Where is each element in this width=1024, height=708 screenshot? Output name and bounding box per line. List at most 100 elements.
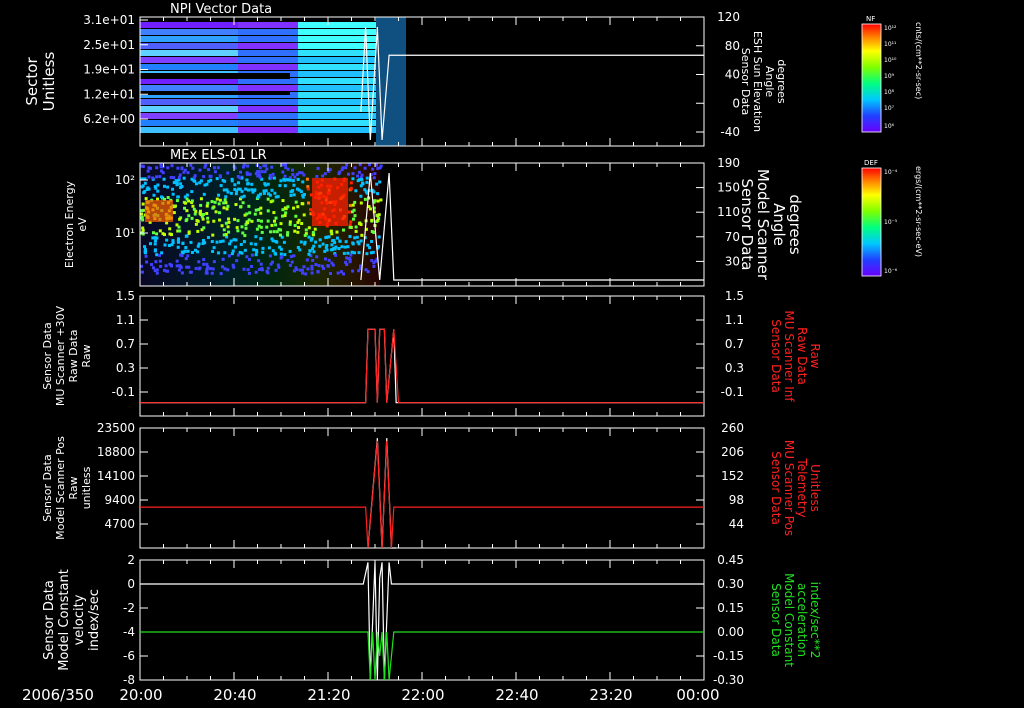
els-pixel <box>351 203 355 207</box>
colorbar-nf-unit: cnts/(cm**2-sr-sec) <box>914 22 923 99</box>
els-pixel <box>316 166 320 170</box>
els-pixel <box>240 189 244 193</box>
els-pixel <box>310 267 314 271</box>
els-pixel <box>356 240 360 244</box>
els-pixel <box>161 232 165 236</box>
els-pixel <box>307 201 311 205</box>
els-pixel <box>155 271 159 275</box>
els-pixel <box>261 246 265 250</box>
els-pixel <box>376 199 380 203</box>
els-pixel <box>328 272 332 276</box>
els-pixel <box>279 252 283 256</box>
els-pixel <box>267 246 271 250</box>
els-pixel <box>288 263 292 267</box>
els-pixel <box>278 233 282 237</box>
colorbar-def-tick: 10⁻⁴ <box>884 169 898 176</box>
els-pixel <box>337 247 341 251</box>
right-axis-label: Raw <box>808 343 822 368</box>
panel-title-els: MEx ELS-01 LR <box>170 148 267 163</box>
els-pixel <box>253 188 257 192</box>
colorbar-def-tick: 10⁻⁵ <box>884 219 898 226</box>
els-pixel <box>185 197 189 201</box>
left-axis-label: unitless <box>80 466 93 509</box>
els-pixel <box>170 164 174 168</box>
els-pixel <box>332 238 336 242</box>
npi-band <box>298 64 376 70</box>
els-pixel <box>198 266 202 270</box>
els-pixel <box>349 220 353 224</box>
els-pixel <box>186 254 190 258</box>
npi-band <box>298 106 376 112</box>
els-pixel <box>244 226 248 230</box>
els-pixel <box>266 266 270 270</box>
els-pixel <box>372 264 376 268</box>
els-pixel <box>280 255 284 259</box>
left-axis-label: index/sec <box>87 589 102 651</box>
els-pixel <box>358 163 362 167</box>
els-pixel <box>196 250 200 254</box>
els-pixel <box>209 178 213 182</box>
els-pixel <box>214 210 218 214</box>
els-pixel <box>286 167 290 171</box>
els-pixel <box>292 193 296 197</box>
left-tick-label: -2 <box>123 601 135 615</box>
els-pixel <box>259 219 263 223</box>
els-pixel <box>290 260 294 264</box>
colorbar-nf-tick: 10⁶ <box>884 123 895 130</box>
colorbar-def-unit: ergs/(cm**2-sr-sec-eV) <box>914 166 923 257</box>
els-pixel <box>359 201 363 205</box>
els-pixel <box>211 249 215 253</box>
npi-band <box>238 29 298 35</box>
npi-gap <box>140 91 290 95</box>
els-pixel <box>218 198 222 202</box>
els-pixel <box>329 229 333 233</box>
els-pixel <box>292 183 296 187</box>
els-pixel <box>278 245 282 249</box>
els-pixel <box>281 199 285 203</box>
els-pixel <box>210 271 214 275</box>
left-tick-label: 23500 <box>97 421 135 435</box>
left-axis-label: Model Scanner Pos <box>54 436 67 540</box>
right-axis-label: Sensor Data <box>739 48 752 115</box>
els-pixel <box>205 204 209 208</box>
els-pixel <box>371 167 375 171</box>
els-pixel <box>185 217 189 221</box>
els-pixel <box>254 208 258 212</box>
els-pixel <box>239 205 243 209</box>
els-pixel <box>164 264 168 268</box>
els-pixel <box>211 206 215 210</box>
panel-title-npi: NPI Vector Data <box>170 2 272 17</box>
els-pixel <box>153 239 157 243</box>
els-pixel <box>374 259 378 263</box>
els-pixel <box>288 249 292 253</box>
els-pixel <box>142 191 146 195</box>
els-pixel <box>158 259 162 263</box>
els-pixel <box>183 168 187 172</box>
els-pixel <box>282 240 286 244</box>
els-pixel <box>180 271 184 275</box>
left-tick-label: 3.1e+01 <box>83 13 135 27</box>
els-pixel <box>197 242 201 246</box>
els-pixel <box>359 239 363 243</box>
els-pixel <box>351 241 355 245</box>
els-pixel <box>217 202 221 206</box>
right-axis-label: Model Scanner <box>754 169 772 281</box>
els-pixel <box>310 264 314 268</box>
els-pixel <box>349 253 353 257</box>
series-line <box>140 440 704 549</box>
els-pixel <box>212 166 216 170</box>
els-pixel <box>279 179 283 183</box>
els-pixel <box>209 174 213 178</box>
els-pixel <box>346 172 350 176</box>
els-pixel <box>178 229 182 233</box>
els-pixel <box>359 194 363 198</box>
left-axis-label: Raw <box>80 344 93 367</box>
right-axis-label: Model Constant <box>782 573 796 667</box>
els-pixel <box>300 171 304 175</box>
left-axis-label: Raw Data <box>67 330 80 383</box>
right-tick-label: 150 <box>717 181 740 195</box>
els-pixel <box>196 219 200 223</box>
els-pixel <box>303 242 307 246</box>
els-pixel <box>375 182 379 186</box>
els-pixel <box>172 211 176 215</box>
